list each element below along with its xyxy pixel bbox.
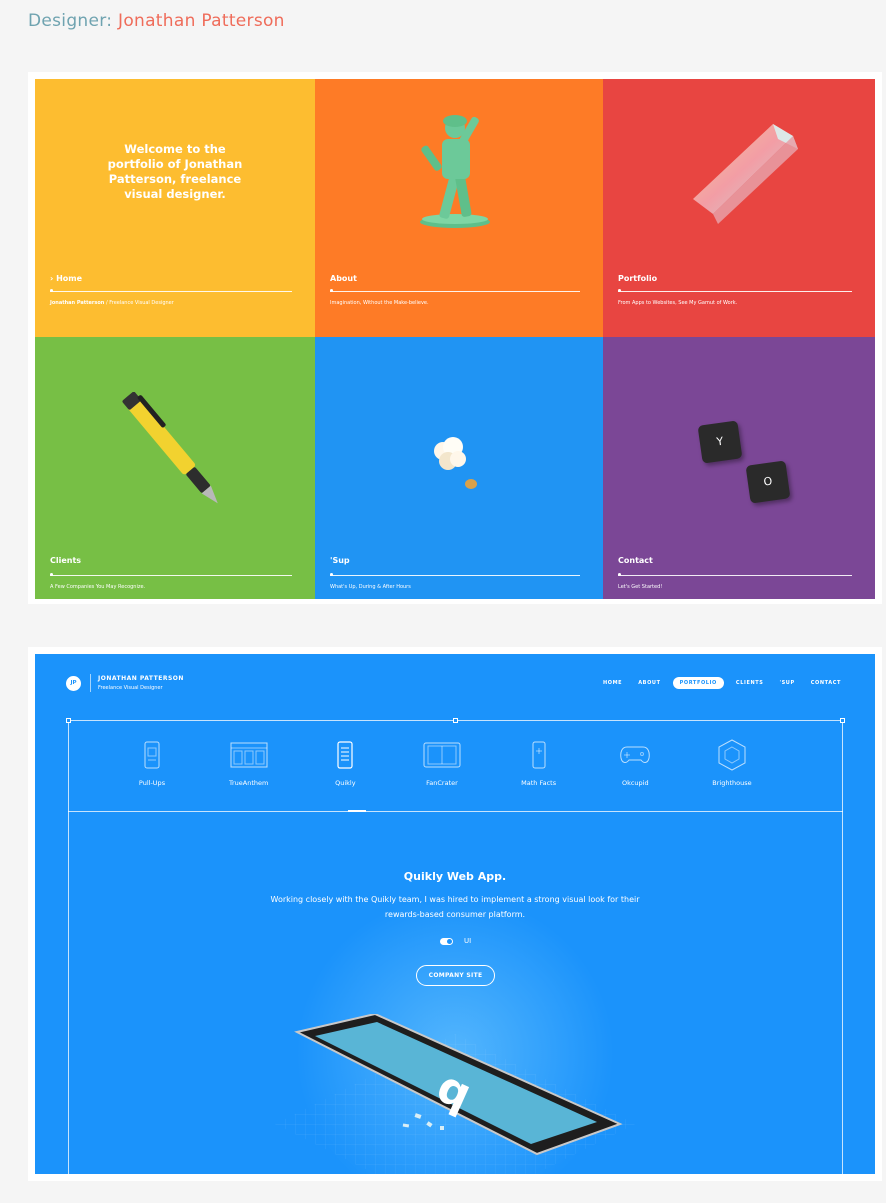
project-label: FanCrater <box>426 779 458 787</box>
main-nav: HOME ABOUT PORTFOLIO CLIENTS 'SUP CONTAC… <box>599 677 845 689</box>
project-pull-ups[interactable]: Pull-Ups <box>112 739 192 787</box>
tile-subtitle: Let's Get Started! <box>618 584 663 590</box>
hexagon-icon <box>718 739 746 771</box>
tile-rule <box>330 575 580 576</box>
nav-about[interactable]: ABOUT <box>634 677 664 689</box>
tile-clients[interactable]: Clients A Few Companies You May Recogniz… <box>35 337 315 599</box>
designer-label: Designer: <box>28 11 113 31</box>
project-label: Brighthouse <box>712 779 752 787</box>
tile-rule <box>618 291 852 292</box>
dashboard-icon <box>230 742 268 768</box>
tile-rule <box>618 575 852 576</box>
project-label: Okcupid <box>621 779 649 787</box>
tile-title: Clients <box>50 556 82 565</box>
project-label: Pull-Ups <box>138 779 166 787</box>
nav-portfolio[interactable]: PORTFOLIO <box>672 677 724 689</box>
project-list: Pull-Ups TrueAnthem Quikly FanCrater Mat… <box>112 739 772 787</box>
tile-contact[interactable]: Y O Contact Let's Get Started! <box>603 337 875 599</box>
tile-title: About <box>330 274 357 283</box>
project-okcupid[interactable]: Okcupid <box>595 739 675 787</box>
tile-subtitle: A Few Companies You May Recognize. <box>50 584 146 590</box>
logo-divider <box>90 674 91 692</box>
frame-handle-right[interactable] <box>840 718 845 723</box>
frame-handle-center[interactable] <box>453 718 458 723</box>
portfolio-screenshot: JP JONATHAN PATTERSON Freelance Visual D… <box>28 647 882 1181</box>
tile-dot <box>330 289 333 292</box>
popcorn-icon <box>434 437 477 489</box>
frame-right-line <box>842 720 843 1174</box>
tile-sup[interactable]: 'Sup What's Up, During & After Hours <box>315 337 603 599</box>
project-brighthouse[interactable]: Brighthouse <box>692 739 772 787</box>
phone-small-icon <box>532 741 546 769</box>
tile-title: › Home <box>50 274 83 283</box>
gamepad-icon <box>620 746 651 763</box>
company-site-button[interactable]: COMPANY SITE <box>416 965 495 986</box>
tile-title: Contact <box>618 556 653 565</box>
tile-rule <box>330 291 580 292</box>
tile-portfolio[interactable]: Portfolio From Apps to Websites, See My … <box>603 79 875 337</box>
tablet-icon <box>423 742 461 768</box>
tile-subtitle: What's Up, During & After Hours <box>330 584 411 590</box>
tile-title: 'Sup <box>330 556 350 565</box>
key-y: Y <box>697 420 743 464</box>
logo-role: Freelance Visual Designer <box>98 685 163 691</box>
nav-sup[interactable]: 'SUP <box>775 677 798 689</box>
phone-list-icon <box>337 741 353 769</box>
project-label: Math Facts <box>521 779 557 787</box>
active-project-indicator <box>348 810 366 812</box>
pen-icon <box>122 392 218 504</box>
ui-toggle[interactable] <box>440 938 453 945</box>
nav-home[interactable]: HOME <box>599 677 626 689</box>
app-title: Quikly Web App. <box>403 870 507 883</box>
project-label: TrueAnthem <box>228 779 269 787</box>
nav-clients[interactable]: CLIENTS <box>732 677 768 689</box>
tile-title: Portfolio <box>618 274 658 283</box>
project-fancrater[interactable]: FanCrater <box>402 739 482 787</box>
phone-mockup-icon: q <box>275 1014 635 1174</box>
toggle-label: UI <box>464 937 472 945</box>
designer-credit: Designer: Jonathan Patterson <box>28 11 285 31</box>
project-quikly[interactable]: Quikly <box>305 739 385 787</box>
prism-icon <box>693 124 798 224</box>
tile-home[interactable]: Welcome to the portfolio of Jonathan Pat… <box>35 79 315 337</box>
tile-dot <box>618 289 621 292</box>
welcome-text: Welcome to the portfolio of Jonathan Pat… <box>107 142 243 201</box>
frame-divider-line <box>68 811 843 812</box>
tile-rule <box>50 575 292 576</box>
toy-soldier-icon <box>420 115 490 228</box>
nav-contact[interactable]: CONTACT <box>807 677 845 689</box>
homepage-screenshot: Welcome to the portfolio of Jonathan Pat… <box>28 72 882 604</box>
app-description: Working closely with the Quikly team, I … <box>270 895 640 919</box>
project-label: Quikly <box>335 779 356 787</box>
tile-dot <box>618 573 621 576</box>
tile-dot <box>50 289 53 292</box>
tile-subtitle: Imagination, Without the Make-believe. <box>330 300 429 306</box>
tile-grid: Welcome to the portfolio of Jonathan Pat… <box>35 79 875 599</box>
portfolio-page: JP JONATHAN PATTERSON Freelance Visual D… <box>35 654 875 1174</box>
key-o: O <box>745 460 791 504</box>
tile-rule <box>50 291 292 292</box>
designer-name[interactable]: Jonathan Patterson <box>118 11 285 31</box>
project-trueanthem[interactable]: TrueAnthem <box>209 739 289 787</box>
frame-handle-left[interactable] <box>66 718 71 723</box>
logo-name[interactable]: JONATHAN PATTERSON <box>98 675 184 682</box>
logo-mark[interactable]: JP <box>66 676 81 691</box>
frame-left-line <box>68 720 69 1174</box>
tile-dot <box>330 573 333 576</box>
project-math-facts[interactable]: Math Facts <box>499 739 579 787</box>
tile-subtitle: Jonathan Patterson / Freelance Visual De… <box>50 300 174 306</box>
tile-about[interactable]: About Imagination, Without the Make-beli… <box>315 79 603 337</box>
tile-dot <box>50 573 53 576</box>
phone-icon <box>144 741 160 769</box>
tile-subtitle: From Apps to Websites, See My Gamut of W… <box>618 300 738 306</box>
